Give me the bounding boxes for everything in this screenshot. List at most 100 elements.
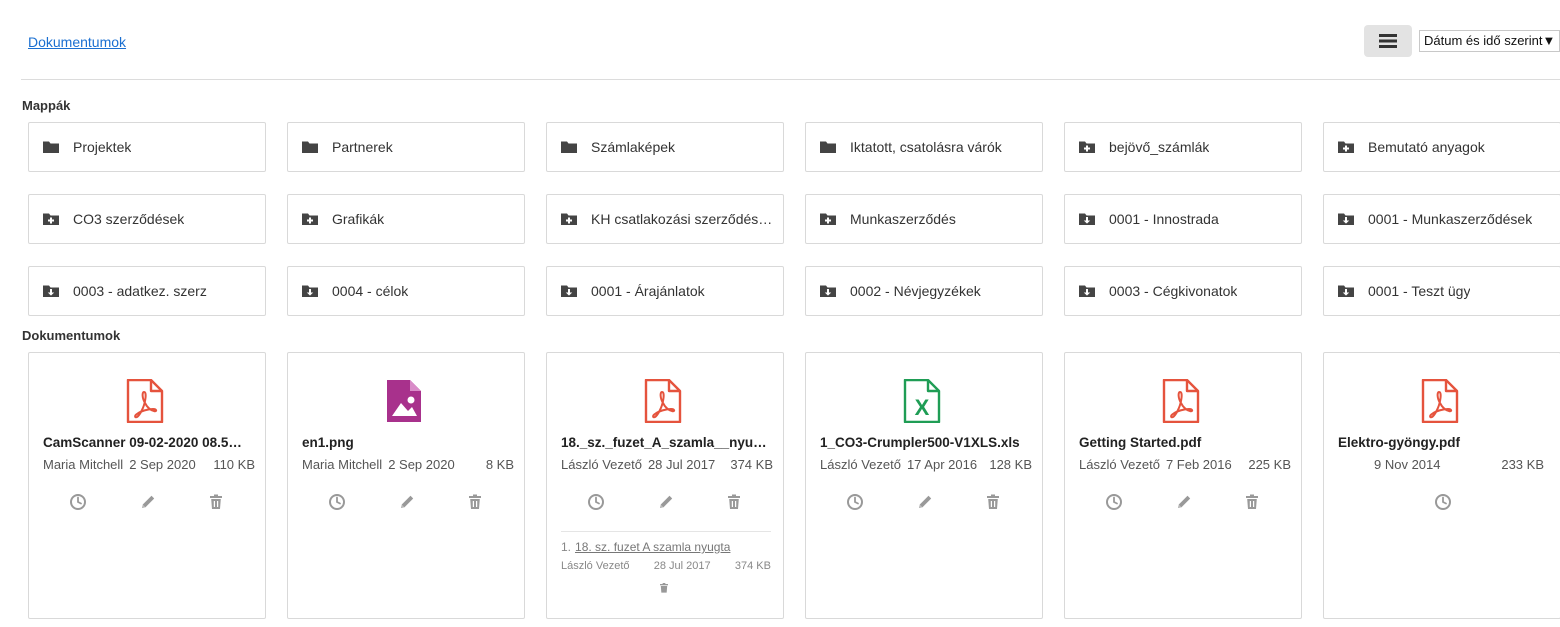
folder-item[interactable]: Bemutató anyagok xyxy=(1323,122,1560,172)
edit-icon[interactable] xyxy=(916,493,934,511)
document-owner: László Vezető xyxy=(820,457,901,472)
folder-name: 0002 - Névjegyzékek xyxy=(850,283,981,299)
document-meta: László Vezető 28 Jul 2017 374 KB xyxy=(561,457,773,472)
folder-item[interactable]: 0003 - Cégkivonatok xyxy=(1064,266,1302,316)
folder-icon xyxy=(561,140,577,154)
document-owner: Maria Mitchell xyxy=(302,457,383,472)
document-actions xyxy=(29,493,267,513)
document-size: 8 KB xyxy=(485,457,514,472)
edit-icon[interactable] xyxy=(139,493,157,511)
folder-item[interactable]: Számlaképek xyxy=(546,122,784,172)
document-size: 225 KB xyxy=(1248,457,1291,472)
folder-item[interactable]: 0002 - Névjegyzékek xyxy=(805,266,1043,316)
pdf-file-icon xyxy=(643,378,683,424)
document-date: 7 Feb 2016 xyxy=(1165,457,1232,472)
list-icon xyxy=(1379,34,1397,48)
history-icon[interactable] xyxy=(69,493,87,511)
sort-select[interactable]: Dátum és idő szerint▼ xyxy=(1419,30,1560,52)
version-index: 1. xyxy=(561,540,572,554)
pdf-file-icon xyxy=(1420,378,1460,424)
document-card[interactable]: CamScanner 09-02-2020 08.5… Maria Mitchel… xyxy=(28,352,266,619)
folder-download-icon xyxy=(1079,212,1095,226)
document-date: 9 Nov 2014 xyxy=(1374,457,1441,472)
folder-plus-icon xyxy=(561,212,577,226)
breadcrumb[interactable]: Dokumentumok xyxy=(28,34,126,50)
divider xyxy=(21,79,1560,80)
excel-file-icon: X xyxy=(902,378,942,424)
edit-icon[interactable] xyxy=(1175,493,1193,511)
document-name[interactable]: CamScanner 09-02-2020 08.5… xyxy=(43,435,253,450)
folder-download-icon xyxy=(43,284,59,298)
folder-item[interactable]: Iktatott, csatolásra várók xyxy=(805,122,1043,172)
version-link[interactable]: 18. sz. fuzet A szamla nyugta xyxy=(575,540,730,554)
document-actions xyxy=(1065,493,1303,513)
delete-icon[interactable] xyxy=(1243,493,1261,511)
edit-icon[interactable] xyxy=(657,493,675,511)
document-card[interactable]: Elektro-gyöngy.pdf 9 Nov 2014 233 KB xyxy=(1323,352,1560,619)
svg-text:X: X xyxy=(915,395,930,420)
document-size: 128 KB xyxy=(989,457,1032,472)
document-size: 233 KB xyxy=(1501,457,1544,472)
folder-item[interactable]: 0001 - Munkaszerződések xyxy=(1323,194,1560,244)
edit-icon[interactable] xyxy=(398,493,416,511)
folder-icon xyxy=(43,140,59,154)
document-card[interactable]: Getting Started.pdf László Vezető 7 Feb 20… xyxy=(1064,352,1302,619)
folder-item[interactable]: bejövő_számlák xyxy=(1064,122,1302,172)
folder-name: 0001 - Teszt ügy xyxy=(1368,283,1471,299)
folder-item[interactable]: Projektek xyxy=(28,122,266,172)
folder-item[interactable]: Partnerek xyxy=(287,122,525,172)
document-date: 28 Jul 2017 xyxy=(647,457,716,472)
image-file-icon xyxy=(384,379,424,423)
folder-name: CO3 szerződések xyxy=(73,211,185,227)
folder-item[interactable]: CO3 szerződések xyxy=(28,194,266,244)
version-delete-icon[interactable] xyxy=(658,582,670,594)
folder-item[interactable]: 0003 - adatkez. szerz xyxy=(28,266,266,316)
document-size: 110 KB xyxy=(213,457,255,472)
version-item: 1. 18. sz. fuzet A szamla nyugta xyxy=(561,540,771,554)
delete-icon[interactable] xyxy=(207,493,225,511)
folder-name: Grafikák xyxy=(332,211,385,227)
delete-icon[interactable] xyxy=(466,493,484,511)
document-name[interactable]: 18._sz._fuzet_A_szamla__nyug… xyxy=(561,435,771,450)
document-name[interactable]: Elektro-gyöngy.pdf xyxy=(1338,435,1548,450)
version-meta: László Vezető 28 Jul 2017 374 KB xyxy=(561,560,771,572)
document-meta: Maria Mitchell 2 Sep 2020 110 KB xyxy=(43,457,255,472)
folder-name: KH csatlakozási szerződés… xyxy=(591,211,773,227)
history-icon[interactable] xyxy=(587,493,605,511)
document-owner: László Vezető xyxy=(561,457,642,472)
folder-name: 0003 - Cégkivonatok xyxy=(1109,283,1238,299)
history-icon[interactable] xyxy=(846,493,864,511)
list-view-toggle[interactable] xyxy=(1364,25,1412,57)
folder-name: 0001 - Árajánlatok xyxy=(591,283,705,299)
folder-item[interactable]: KH csatlakozási szerződés… xyxy=(546,194,784,244)
top-bar: Dokumentumok Dátum és idő szerint▼ xyxy=(0,0,1560,80)
document-actions xyxy=(806,493,1044,513)
history-icon[interactable] xyxy=(1105,493,1123,511)
pdf-file-icon xyxy=(1161,378,1201,424)
document-card[interactable]: 18._sz._fuzet_A_szamla__nyug… László Veze… xyxy=(546,352,784,619)
pdf-file-icon xyxy=(125,378,165,424)
folder-item[interactable]: 0001 - Árajánlatok xyxy=(546,266,784,316)
folder-name: Iktatott, csatolásra várók xyxy=(850,139,1002,155)
document-owner: László Vezető xyxy=(1079,457,1160,472)
document-card[interactable]: en1.png Maria Mitchell 2 Sep 2020 8 KB xyxy=(287,352,525,619)
document-owner: Maria Mitchell xyxy=(43,457,124,472)
folder-item[interactable]: 0004 - célok xyxy=(287,266,525,316)
document-actions xyxy=(1324,493,1560,513)
folder-item[interactable]: 0001 - Innostrada xyxy=(1064,194,1302,244)
document-name[interactable]: Getting Started.pdf xyxy=(1079,435,1289,450)
document-name[interactable]: 1_CO3-Crumpler500-V1XLS.xls xyxy=(820,435,1030,450)
history-icon[interactable] xyxy=(328,493,346,511)
folder-plus-icon xyxy=(1338,140,1354,154)
history-icon[interactable] xyxy=(1434,493,1452,511)
document-actions xyxy=(288,493,526,513)
folder-item[interactable]: 0001 - Teszt ügy xyxy=(1323,266,1560,316)
folder-item[interactable]: Munkaszerződés xyxy=(805,194,1043,244)
folder-name: Munkaszerződés xyxy=(850,211,956,227)
document-name[interactable]: en1.png xyxy=(302,435,512,450)
folder-item[interactable]: Grafikák xyxy=(287,194,525,244)
delete-icon[interactable] xyxy=(984,493,1002,511)
document-card[interactable]: X 1_CO3-Crumpler500-V1XLS.xls László Vezet… xyxy=(805,352,1043,619)
version-owner: László Vezető xyxy=(561,560,630,572)
delete-icon[interactable] xyxy=(725,493,743,511)
